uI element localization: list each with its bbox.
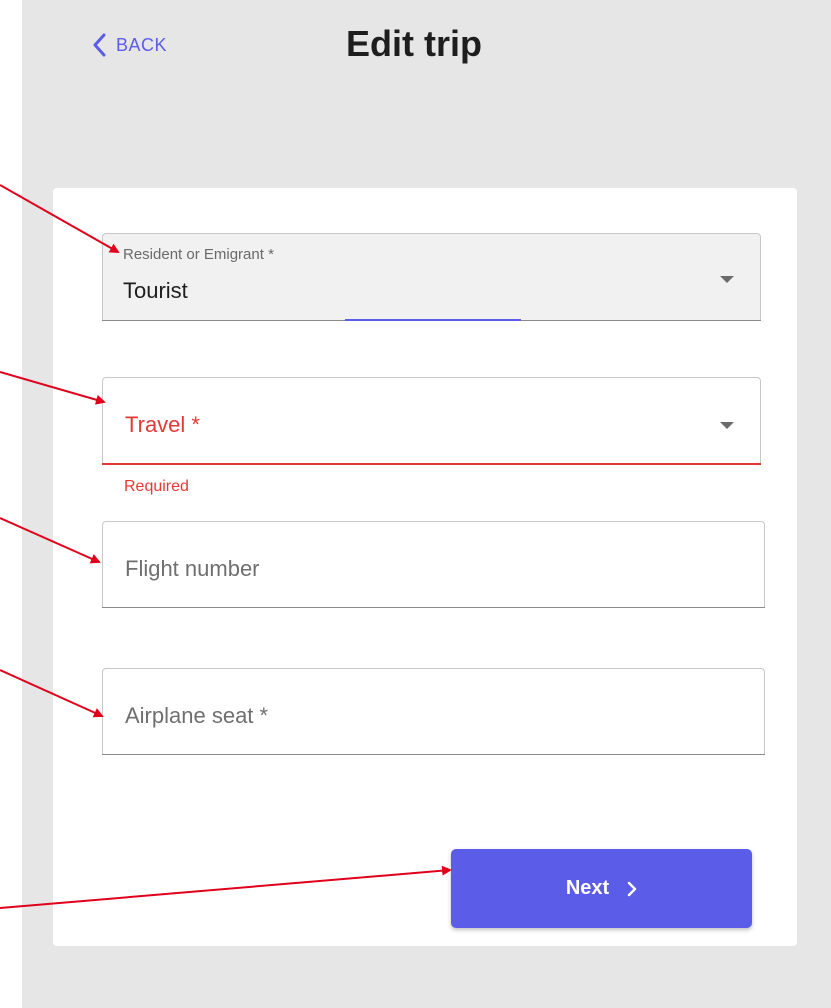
flight-number-placeholder: Flight number [125, 556, 260, 581]
chevron-right-icon [609, 881, 637, 897]
airplane-seat-input[interactable]: Airplane seat * [102, 668, 765, 755]
caret-down-icon [720, 422, 734, 429]
flight-number-input[interactable]: Flight number [102, 521, 765, 608]
travel-label: Travel * [125, 412, 200, 437]
caret-down-icon [720, 276, 734, 283]
field-underline [102, 754, 765, 755]
next-button[interactable]: Next [451, 849, 752, 928]
travel-error-message: Required [124, 478, 189, 495]
page-title: Edit trip [346, 23, 482, 64]
field-underline [102, 607, 765, 608]
airplane-seat-placeholder: Airplane seat * [125, 703, 269, 728]
chevron-left-icon [92, 33, 106, 57]
next-label: Next [565, 877, 610, 899]
field-underline-error [102, 463, 761, 465]
resident-or-emigrant-select[interactable]: Resident or Emigrant * Tourist [102, 233, 761, 321]
travel-select[interactable]: Travel * [102, 377, 761, 465]
resident-or-emigrant-label: Resident or Emigrant * [123, 246, 274, 263]
resident-or-emigrant-value: Tourist [123, 278, 188, 303]
focus-indicator [345, 319, 521, 321]
back-button[interactable]: BACK [92, 26, 167, 64]
back-label: BACK [116, 34, 168, 55]
